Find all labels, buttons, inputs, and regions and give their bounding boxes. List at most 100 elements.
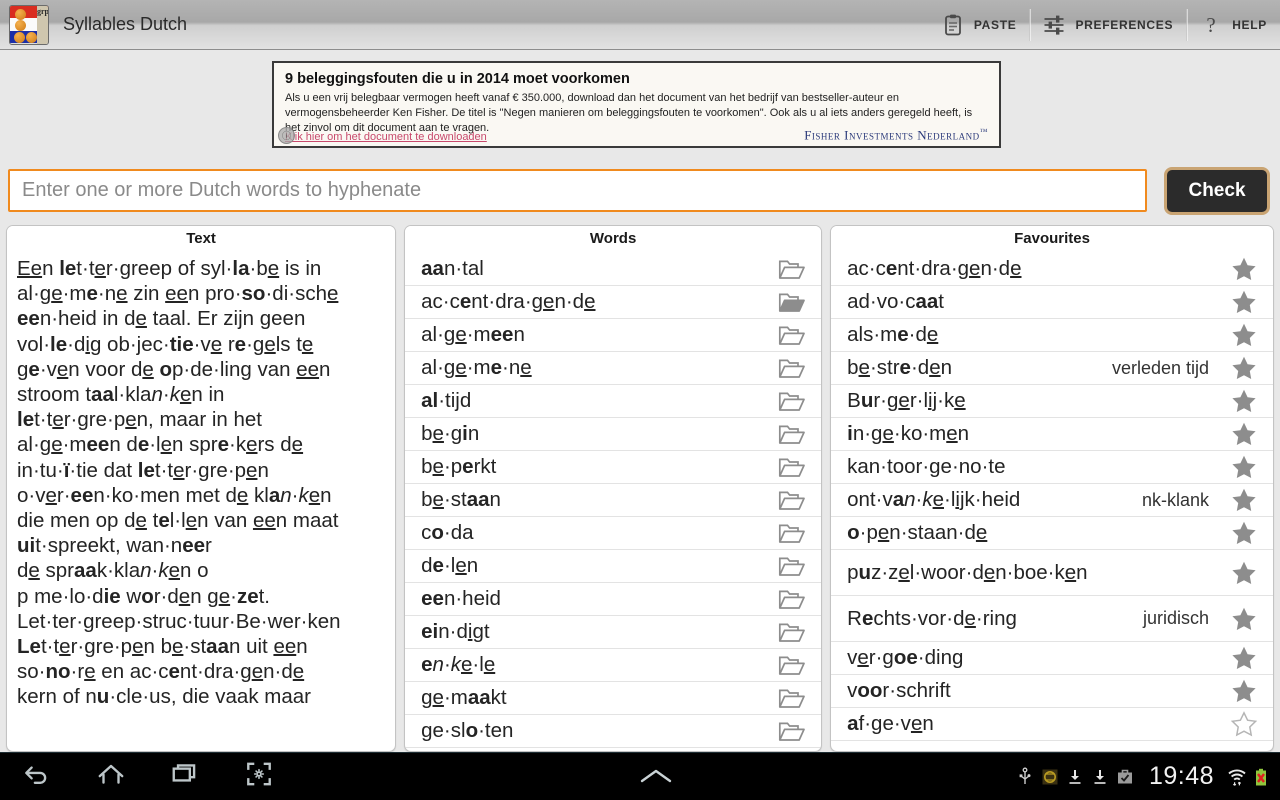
word-folder-button[interactable] [777,323,807,347]
favourite-row[interactable]: Rechts·vor·de·ring juridisch [831,596,1273,642]
paste-button[interactable]: PASTE [928,0,1030,50]
word-row[interactable]: ac·cent·dra·gen·de [405,286,822,319]
favourite-label: ad·vo·caat [847,290,944,313]
favourite-star-button[interactable] [1229,606,1259,632]
word-label: een·heid [421,587,501,610]
nav-center-handle[interactable] [296,753,1016,800]
favourite-star-button[interactable] [1229,256,1259,282]
word-row[interactable]: al·ge·me·ne [405,352,822,385]
favourite-star-button[interactable] [1229,711,1259,737]
word-label: de·len [421,554,479,577]
words-panel: Words aan·tal ac·cent·dra·gen·de al·ge·m… [404,225,823,752]
favourite-star-button[interactable] [1229,388,1259,414]
word-row[interactable]: be·staan [405,484,822,517]
words-list[interactable]: aan·tal ac·cent·dra·gen·de al·ge·meen al… [405,253,822,751]
favourite-star-button[interactable] [1229,560,1259,586]
check-button[interactable]: Check [1164,167,1270,215]
favourite-row[interactable]: als·me·de [831,319,1273,352]
help-button[interactable]: ? HELP [1186,0,1280,50]
app-root: grpn Syllables Dutch PASTE [0,0,1280,800]
favourites-list[interactable]: ac·cent·dra·gen·de ad·vo·caat als·me·de … [831,253,1273,751]
screenshot-button[interactable] [222,753,296,800]
preferences-button[interactable]: PREFERENCES [1029,0,1186,50]
download-icon [1091,767,1109,787]
word-row[interactable]: co·da [405,517,822,550]
favourite-note: verleden tijd [1111,357,1209,378]
favourite-star-button[interactable] [1229,454,1259,480]
ad-brand-tm: ™ [979,126,988,136]
favourite-star-button[interactable] [1229,289,1259,315]
star-filled-icon [1232,257,1256,280]
word-row[interactable]: ge·maakt [405,682,822,715]
favourite-row[interactable]: o·pen·staan·de [831,517,1273,550]
word-row[interactable]: ge·slo·ten [405,715,822,748]
favourite-label: ac·cent·dra·gen·de [847,257,1022,280]
text-panel-body[interactable]: Een let·ter·greep of syl·la·be is in al·g… [7,253,395,751]
back-button[interactable] [0,753,74,800]
text-line: so·no·re en ac·cent·dra·gen·de [17,660,305,684]
favourite-row[interactable]: be·stre·den verleden tijd [831,352,1273,385]
status-tray[interactable]: 19:48 [1016,753,1280,800]
app-title: Syllables Dutch [63,14,188,34]
ad-banner[interactable]: 9 beleggingsfouten die u in 2014 moet vo… [272,61,1001,148]
favourite-row[interactable]: in·ge·ko·men [831,418,1273,451]
favourite-star-button[interactable] [1229,355,1259,381]
word-folder-button[interactable] [777,587,807,611]
favourite-row[interactable]: Bur·ger·lij·ke [831,385,1273,418]
star-filled-icon [1232,323,1256,346]
word-folder-button[interactable] [777,257,807,281]
favourites-panel-title: Favourites [831,226,1273,250]
favourite-star-button[interactable] [1229,520,1259,546]
favourite-row[interactable]: voor·schrift [831,675,1273,708]
text-line: een·heid in de taal. Er zijn geen [17,307,306,331]
word-row[interactable]: en·ke·le [405,649,822,682]
word-row[interactable]: be·gin [405,418,822,451]
word-row[interactable]: be·perkt [405,451,822,484]
adchoices-icon[interactable]: ⓘ [278,127,295,144]
word-row[interactable]: al·tijd [405,385,822,418]
favourite-label: in·ge·ko·men [847,422,970,445]
favourite-label: als·me·de [847,323,939,346]
favourite-row[interactable]: puz·zel·woor·den·boe·ken [831,550,1273,596]
word-folder-button[interactable] [777,554,807,578]
favourite-star-button[interactable] [1229,487,1259,513]
favourite-row[interactable]: ont·van·ke·lijk·heid nk-klank [831,484,1273,517]
text-line: kern of nu·cle·us, die vaak maar [17,685,311,709]
word-folder-button[interactable] [777,356,807,380]
favourite-star-button[interactable] [1229,678,1259,704]
word-row[interactable]: aan·tal [405,253,822,286]
word-label: en·ke·le [421,653,496,676]
word-folder-button[interactable] [777,653,807,677]
text-line: o·ver·een·ko·men met de klan·ken [17,483,332,507]
word-row[interactable]: de·len [405,550,822,583]
search-input[interactable] [8,169,1147,212]
word-folder-button[interactable] [777,488,807,512]
word-row[interactable]: al·ge·meen [405,319,822,352]
word-folder-button[interactable] [777,686,807,710]
ad-download-link[interactable]: Klik hier om het document te downloaden [285,131,487,143]
usb-icon [1016,767,1034,787]
favourite-row[interactable]: af·ge·ven [831,708,1273,741]
word-folder-button[interactable] [777,521,807,545]
word-folder-button[interactable] [777,719,807,743]
word-folder-button[interactable] [777,455,807,479]
favourite-row[interactable]: ad·vo·caat [831,286,1273,319]
home-button[interactable] [74,753,148,800]
favourite-star-button[interactable] [1229,322,1259,348]
text-line: al·ge·meen de·len spre·kers de [17,433,304,457]
favourite-row[interactable]: ver·goe·ding [831,642,1273,675]
word-row[interactable]: ein·digt [405,616,822,649]
favourite-star-button[interactable] [1229,421,1259,447]
word-folder-button[interactable] [777,422,807,446]
favourite-star-button[interactable] [1229,645,1259,671]
word-row[interactable]: een·heid [405,583,822,616]
recents-button[interactable] [148,753,222,800]
word-folder-button[interactable] [777,389,807,413]
favourite-row[interactable]: ac·cent·dra·gen·de [831,253,1273,286]
word-folder-button[interactable] [777,290,807,314]
favourite-label: Rechts·vor·de·ring [847,606,1017,630]
favourite-row[interactable]: kan·toor·ge·no·te [831,451,1273,484]
folder-open-icon [779,524,805,543]
svg-text:?: ? [1207,13,1216,37]
word-folder-button[interactable] [777,620,807,644]
